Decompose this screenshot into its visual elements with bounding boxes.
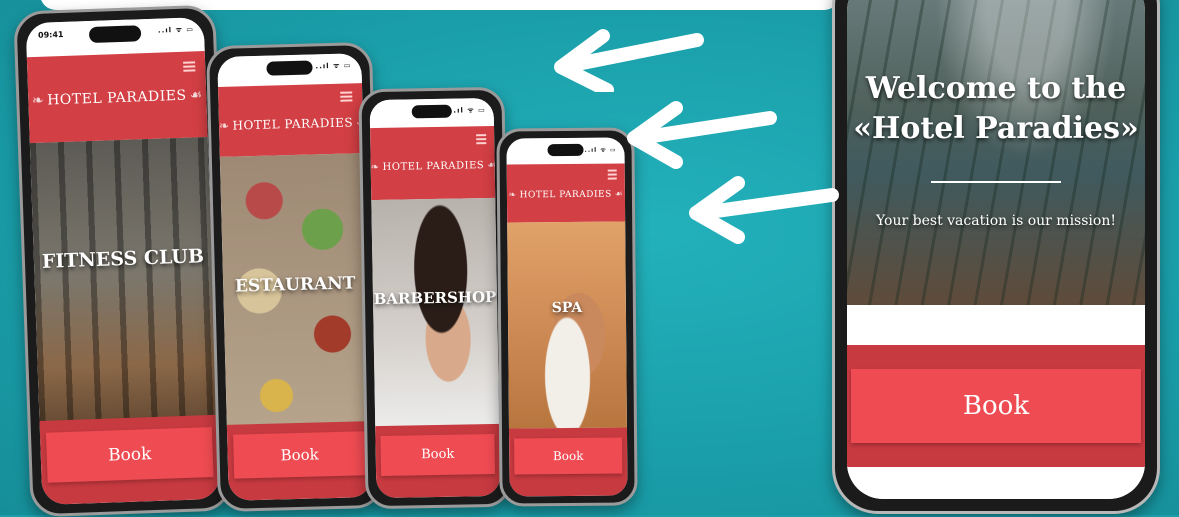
phone-fitness: 09:41 ..ıl ᯤ ▭ HOTEL PARADIES FITNESS CL…	[13, 4, 233, 517]
signal-icons: ..ıl ᯤ ▭	[449, 106, 486, 115]
book-button[interactable]: Book	[380, 433, 496, 476]
dynamic-island	[547, 143, 584, 157]
hero-heading-line2: «Hotel Paradies»	[853, 111, 1139, 146]
brand-logo: HOTEL PARADIES	[507, 189, 625, 201]
brand-logo: HOTEL PARADIES	[371, 160, 495, 173]
signal-icons: ..ıl ᯤ ▭	[315, 61, 352, 71]
brand-header: HOTEL PARADIES	[26, 51, 208, 144]
screen: Welcome to the «Hotel Paradies» Your bes…	[847, 0, 1145, 499]
brand-header: HOTEL PARADIES	[217, 83, 364, 157]
status-bar: ..ıl ᯤ ▭	[369, 97, 495, 129]
screen-title: SPA	[551, 299, 583, 317]
screen: ..ıl ᯤ ▭ HOTEL PARADIES SPA Book	[506, 137, 628, 497]
dynamic-island	[88, 25, 142, 44]
arrow-left-icon	[627, 101, 777, 169]
screen: ..ıl ᯤ ▭ HOTEL PARADIES ESTAURANT Book	[217, 53, 373, 501]
book-button[interactable]: Book	[45, 427, 214, 483]
menu-icon[interactable]	[183, 59, 196, 73]
barbershop-photo	[371, 197, 500, 435]
screen-title: ESTAURANT	[234, 273, 356, 297]
hero-footer: Book	[847, 345, 1145, 467]
footer: Book	[39, 414, 221, 505]
arrow-left-icon	[554, 29, 704, 92]
phone-barbershop: ..ıl ᯤ ▭ HOTEL PARADIES BARBERSHOP Book	[358, 86, 512, 510]
fitness-photo	[29, 136, 219, 443]
resort-photo	[847, 0, 1145, 305]
dynamic-island	[411, 104, 452, 119]
brand-logo: HOTEL PARADIES	[28, 87, 206, 109]
restaurant-photo	[219, 153, 372, 457]
phone-spa: ..ıl ᯤ ▭ HOTEL PARADIES SPA Book	[496, 127, 638, 507]
brand-logo: HOTEL PARADIES	[219, 115, 363, 133]
divider	[931, 181, 1061, 183]
dynamic-island	[266, 60, 313, 76]
signal-icons: ..ıl ᯤ ▭	[157, 25, 195, 35]
status-bar: ..ıl ᯤ ▭	[506, 137, 625, 165]
arrow-left-icon	[689, 176, 839, 244]
status-time: 09:41	[37, 29, 64, 40]
brand-header: HOTEL PARADIES	[506, 163, 626, 223]
menu-icon[interactable]	[476, 132, 487, 146]
menu-icon[interactable]	[607, 168, 617, 182]
book-button[interactable]: Book	[851, 369, 1141, 443]
footer: Book	[226, 421, 373, 501]
phone-hero: Welcome to the «Hotel Paradies» Your bes…	[832, 0, 1160, 514]
spa-photo	[507, 221, 627, 429]
status-bar: ..ıl ᯤ ▭	[217, 53, 362, 87]
hero-subtitle: Your best vacation is our mission!	[876, 213, 1116, 229]
screen-title: BARBERSHOP	[373, 287, 497, 309]
book-button[interactable]: Book	[514, 437, 623, 475]
hero-heading-line1: Welcome to the	[865, 71, 1127, 106]
screen: 09:41 ..ıl ᯤ ▭ HOTEL PARADIES FITNESS CL…	[25, 17, 221, 505]
home-area	[847, 467, 1145, 499]
screen: ..ıl ᯤ ▭ HOTEL PARADIES BARBERSHOP Book	[369, 97, 501, 499]
book-button[interactable]: Book	[233, 431, 367, 479]
brand-header: HOTEL PARADIES	[370, 125, 496, 201]
phone-restaurant: ..ıl ᯤ ▭ HOTEL PARADIES ESTAURANT Book	[205, 41, 385, 513]
signal-icons: ..ıl ᯤ ▭	[584, 146, 617, 154]
footer: Book	[375, 423, 501, 499]
footer: Book	[508, 427, 628, 497]
menu-icon[interactable]	[340, 89, 353, 103]
